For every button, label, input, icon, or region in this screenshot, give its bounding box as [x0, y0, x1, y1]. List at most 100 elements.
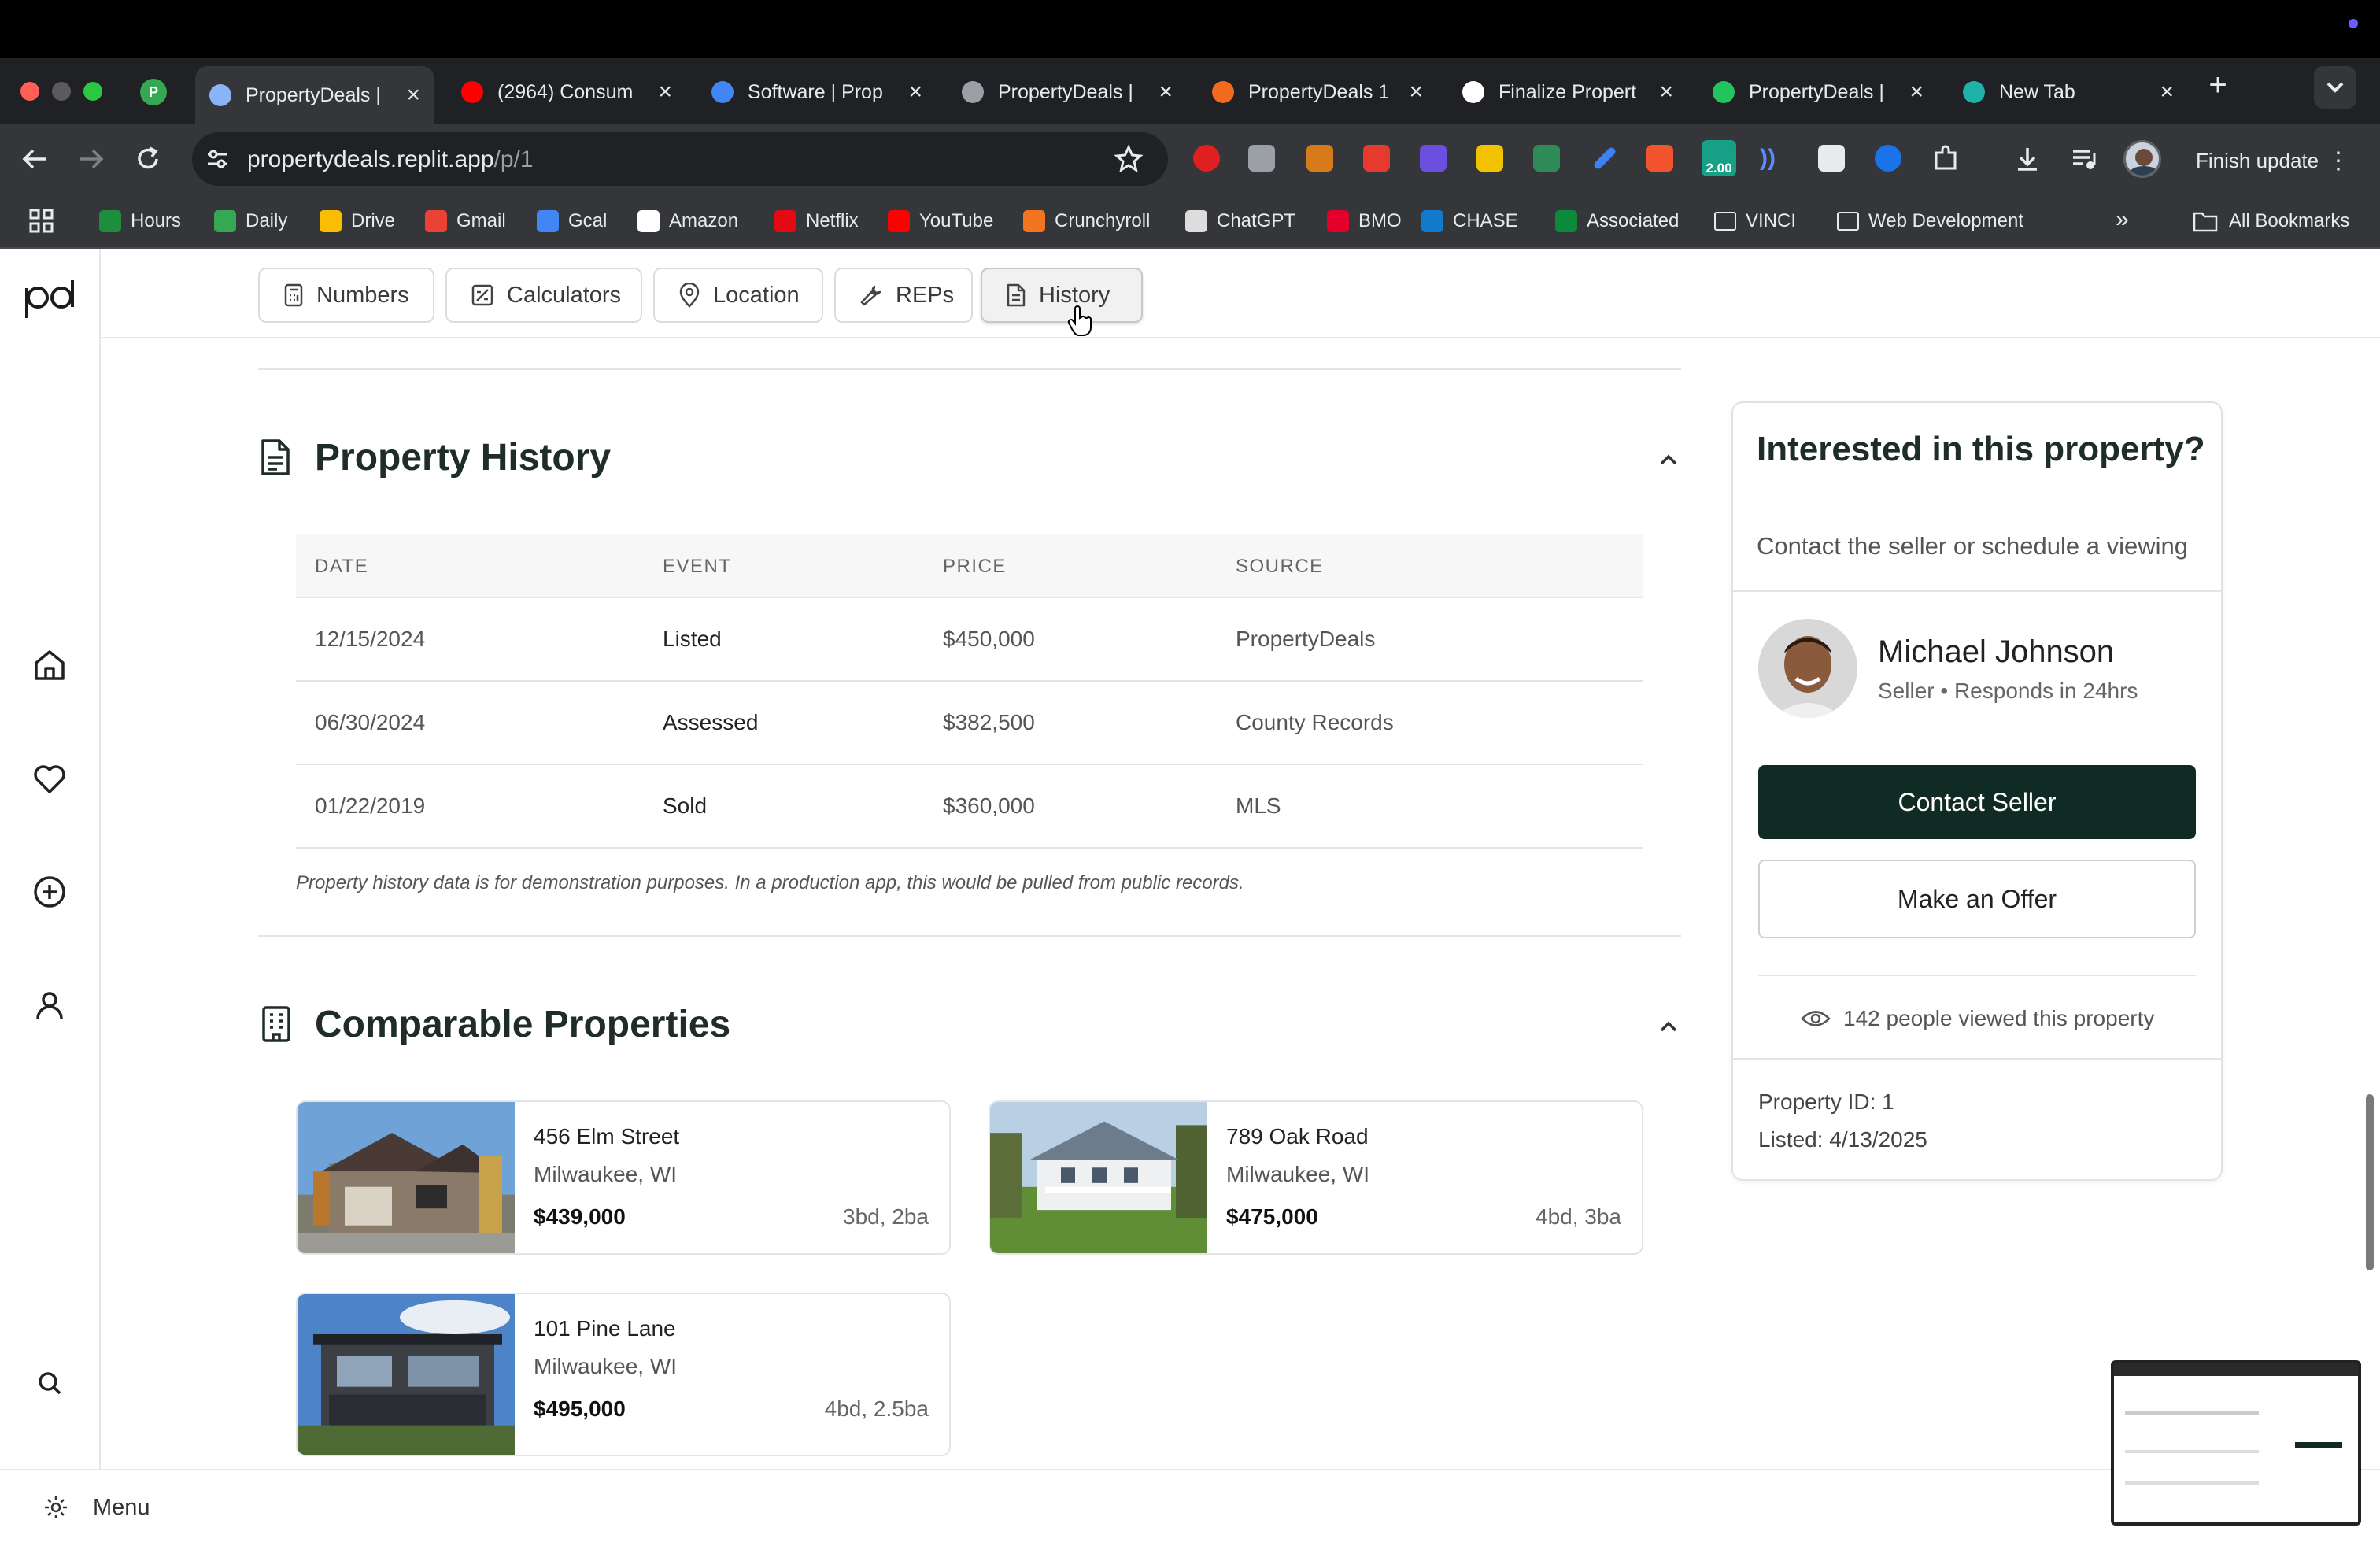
- extension-icon[interactable]: )): [1760, 145, 1787, 172]
- seller-name: Michael Johnson: [1878, 634, 2115, 669]
- profile-avatar[interactable]: [2123, 140, 2161, 178]
- view-count: 142 people viewed this property: [1801, 1006, 2154, 1031]
- extension-icon[interactable]: [1248, 145, 1275, 172]
- reload-button[interactable]: [132, 143, 164, 175]
- comparable-card[interactable]: 456 Elm Street Milwaukee, WI $439,000 3b…: [296, 1100, 951, 1255]
- maximize-window-button[interactable]: [83, 82, 102, 101]
- browser-tab[interactable]: New Tab ×: [1949, 66, 2188, 118]
- arrow-left-icon: [22, 149, 46, 169]
- bookmark-item[interactable]: Netflix: [774, 208, 859, 235]
- tab-search-button[interactable]: [2314, 66, 2356, 109]
- more-bookmarks-button[interactable]: »: [2116, 206, 2129, 233]
- extension-icon[interactable]: [1363, 145, 1390, 172]
- bookmark-item[interactable]: BMO: [1327, 208, 1402, 235]
- calc-square-icon: [471, 284, 493, 306]
- tab-reps[interactable]: REPs: [834, 268, 973, 323]
- finish-update-button[interactable]: Finish update ⋮: [2172, 139, 2364, 183]
- bookmark-item[interactable]: Daily: [214, 208, 287, 235]
- screen-preview-thumbnail[interactable]: [2111, 1360, 2361, 1526]
- cell-date: 12/15/2024: [315, 627, 426, 651]
- nav-profile[interactable]: [31, 987, 68, 1023]
- folder-icon: [1837, 212, 1859, 231]
- nav-search[interactable]: [31, 1365, 68, 1401]
- close-tab-icon[interactable]: ×: [1409, 79, 1423, 105]
- url-host: propertydeals.replit.app: [247, 146, 494, 172]
- bookmark-item[interactable]: Hours: [99, 208, 181, 235]
- extension-icon[interactable]: [1420, 145, 1447, 172]
- browser-tab[interactable]: PropertyDeals | ×: [948, 66, 1187, 118]
- bookmark-label: BMO: [1358, 210, 1402, 231]
- browser-tab[interactable]: (2964) Consum ×: [447, 66, 686, 118]
- close-tab-icon[interactable]: ×: [1159, 79, 1173, 105]
- bookmark-item[interactable]: YouTube: [888, 208, 993, 235]
- extension-icon[interactable]: [1533, 145, 1560, 172]
- extension-badge[interactable]: 2.00: [1702, 140, 1736, 176]
- bookmark-favicon-icon: [1555, 210, 1577, 232]
- close-tab-icon[interactable]: ×: [658, 79, 672, 105]
- bookmark-item[interactable]: ChatGPT: [1185, 208, 1295, 235]
- bookmark-item[interactable]: Gmail: [425, 208, 506, 235]
- profile-badge[interactable]: P: [140, 79, 167, 105]
- browser-tab[interactable]: Finalize Propert ×: [1448, 66, 1687, 118]
- tab-numbers[interactable]: Numbers: [258, 268, 434, 323]
- url-text[interactable]: propertydeals.replit.app/p/1: [247, 146, 534, 173]
- contact-seller-button[interactable]: Contact Seller: [1758, 765, 2196, 839]
- bookmark-star-button[interactable]: [1113, 143, 1144, 175]
- comparable-card[interactable]: 101 Pine Lane Milwaukee, WI $495,000 4bd…: [296, 1293, 951, 1456]
- browser-tab[interactable]: PropertyDeals 1 ×: [1198, 66, 1437, 118]
- tab-numbers-label: Numbers: [316, 282, 409, 308]
- apps-button[interactable]: [28, 208, 55, 235]
- bookmark-item[interactable]: Amazon: [638, 208, 738, 235]
- scrollbar-thumb[interactable]: [2366, 1094, 2374, 1270]
- extensions-button[interactable]: [1930, 143, 1961, 175]
- app-logo[interactable]: [20, 277, 80, 321]
- back-button[interactable]: [19, 143, 50, 175]
- comparable-card[interactable]: 789 Oak Road Milwaukee, WI $475,000 4bd,…: [989, 1100, 1643, 1255]
- arrow-right-icon: [80, 149, 104, 169]
- bookmark-item[interactable]: CHASE: [1421, 208, 1518, 235]
- close-tab-icon[interactable]: ×: [2160, 79, 2174, 105]
- browser-tab[interactable]: PropertyDeals | ×: [195, 66, 434, 124]
- extension-icon[interactable]: [1646, 145, 1673, 172]
- make-offer-button[interactable]: Make an Offer: [1758, 860, 2196, 938]
- bookmark-item[interactable]: Drive: [320, 208, 395, 235]
- extension-icon[interactable]: [1476, 145, 1503, 172]
- nav-favorites[interactable]: [31, 760, 68, 797]
- close-tab-icon[interactable]: ×: [1909, 79, 1924, 105]
- extension-icon[interactable]: [1306, 145, 1333, 172]
- extension-icon[interactable]: [1818, 145, 1845, 172]
- bookmark-item[interactable]: Gcal: [537, 208, 607, 235]
- wrench-icon: [860, 285, 881, 306]
- nav-add-listing[interactable]: [31, 874, 68, 910]
- close-tab-icon[interactable]: ×: [1659, 79, 1673, 105]
- close-tab-icon[interactable]: ×: [908, 79, 922, 105]
- close-window-button[interactable]: [20, 82, 39, 101]
- chevron-up-icon[interactable]: [1656, 1014, 1681, 1039]
- forward-button[interactable]: [76, 143, 107, 175]
- bookmark-favicon-icon: [638, 210, 660, 232]
- media-button[interactable]: [2068, 143, 2100, 175]
- tab-favicon-icon: [711, 81, 734, 103]
- site-info-button[interactable]: [203, 145, 231, 173]
- minimize-window-button[interactable]: [52, 82, 71, 101]
- bookmark-item[interactable]: Web Development: [1837, 208, 2023, 235]
- chevron-up-icon[interactable]: [1656, 447, 1681, 472]
- extension-icon[interactable]: [1193, 145, 1220, 172]
- bookmark-item[interactable]: VINCI: [1714, 208, 1796, 235]
- all-bookmarks-button[interactable]: All Bookmarks: [2193, 208, 2349, 235]
- downloads-button[interactable]: [2012, 143, 2043, 175]
- tab-calculators[interactable]: Calculators: [445, 268, 642, 323]
- nav-home[interactable]: [31, 647, 68, 683]
- browser-tab[interactable]: Software | Prop ×: [697, 66, 937, 118]
- tab-location[interactable]: Location: [653, 268, 823, 323]
- new-tab-button[interactable]: +: [2201, 68, 2235, 102]
- close-tab-icon[interactable]: ×: [406, 82, 420, 109]
- browser-tab[interactable]: PropertyDeals | ×: [1698, 66, 1938, 118]
- home-icon: [35, 650, 65, 680]
- tab-history[interactable]: History: [981, 268, 1143, 323]
- bookmark-item[interactable]: Crunchyroll: [1023, 208, 1150, 235]
- extension-icon[interactable]: [1875, 145, 1901, 172]
- bookmark-item[interactable]: Associated: [1555, 208, 1679, 235]
- tab-favicon-icon: [209, 84, 231, 106]
- menu-button[interactable]: Menu: [42, 1494, 150, 1521]
